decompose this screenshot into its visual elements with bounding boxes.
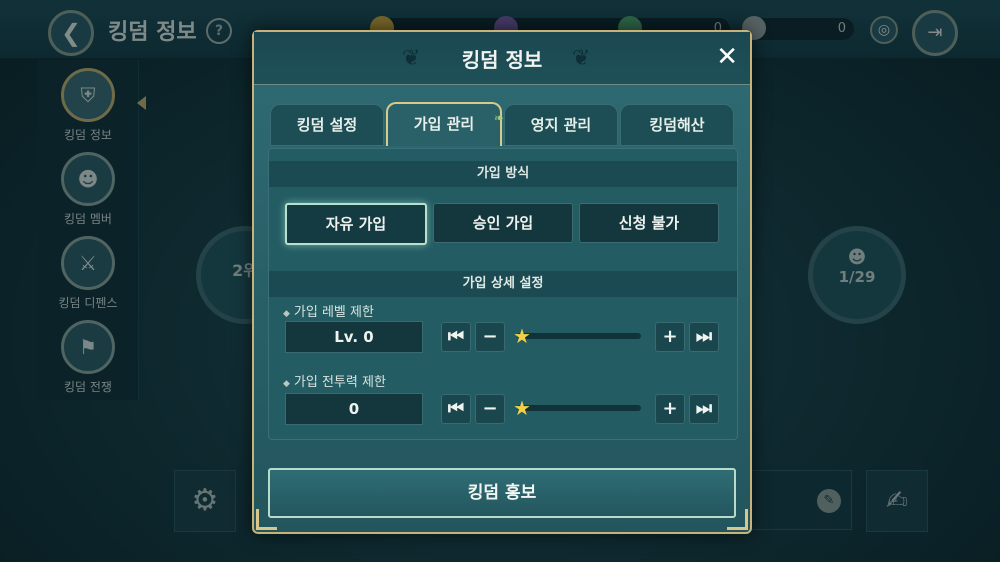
tab-join-management[interactable]: 가입 관리 ❧ bbox=[386, 102, 504, 146]
skip-start-icon: ⏮ bbox=[447, 326, 465, 347]
kingdom-info-modal: ❦ 킹덤 정보 ❦ ✕ 킹덤 설정 가입 관리 ❧ 영지 관리 킹덤해산 가입 … bbox=[252, 30, 752, 534]
level-limit-label: ◆ 가입 레벨 제한 bbox=[283, 301, 374, 320]
tab-kingdom-settings[interactable]: 킹덤 설정 bbox=[270, 104, 384, 146]
level-min-button[interactable]: ⏮ bbox=[441, 322, 471, 352]
approval-join-button[interactable]: 승인 가입 bbox=[433, 203, 573, 243]
level-slider-star-handle[interactable]: ★ bbox=[513, 326, 531, 346]
leaf-icon: ❧ bbox=[494, 111, 505, 125]
minus-icon: − bbox=[482, 326, 498, 347]
power-slider[interactable] bbox=[517, 405, 641, 411]
power-limit-label-text: 가입 전투력 제한 bbox=[293, 375, 386, 390]
tab-kingdom-disband[interactable]: 킹덤해산 bbox=[620, 104, 734, 146]
plus-icon: + bbox=[662, 326, 678, 347]
skip-start-icon: ⏮ bbox=[447, 398, 465, 419]
free-join-button[interactable]: 자유 가입 bbox=[285, 203, 427, 245]
power-slider-star-handle[interactable]: ★ bbox=[513, 398, 531, 418]
tab-bar: 킹덤 설정 가입 관리 ❧ 영지 관리 킹덤해산 bbox=[270, 102, 734, 146]
power-decrease-button[interactable]: − bbox=[475, 394, 505, 424]
tab-label: 가입 관리 bbox=[413, 115, 475, 133]
level-max-button[interactable]: ⏭ bbox=[689, 322, 719, 352]
level-limit-label-text: 가입 레벨 제한 bbox=[293, 305, 374, 320]
join-settings-panel: 가입 방식 자유 가입 승인 가입 신청 불가 가입 상세 설정 ◆ 가입 레벨 … bbox=[268, 148, 738, 440]
close-button[interactable]: ✕ bbox=[716, 42, 738, 72]
join-method-header: 가입 방식 bbox=[269, 161, 737, 187]
modal-header: ❦ 킹덤 정보 ❦ ✕ bbox=[254, 32, 750, 85]
leaf-ornament-icon: ❦ bbox=[572, 46, 591, 71]
level-increase-button[interactable]: + bbox=[655, 322, 685, 352]
power-limit-value: 0 bbox=[285, 393, 423, 425]
tab-territory-management[interactable]: 영지 관리 bbox=[504, 104, 618, 146]
level-slider[interactable] bbox=[517, 333, 641, 339]
level-decrease-button[interactable]: − bbox=[475, 322, 505, 352]
plus-icon: + bbox=[662, 398, 678, 419]
join-disabled-button[interactable]: 신청 불가 bbox=[579, 203, 719, 243]
modal-title: 킹덤 정보 bbox=[461, 48, 543, 72]
power-max-button[interactable]: ⏭ bbox=[689, 394, 719, 424]
power-increase-button[interactable]: + bbox=[655, 394, 685, 424]
skip-end-icon: ⏭ bbox=[695, 326, 713, 347]
diamond-bullet-icon: ◆ bbox=[283, 309, 290, 319]
skip-end-icon: ⏭ bbox=[695, 398, 713, 419]
power-limit-label: ◆ 가입 전투력 제한 bbox=[283, 371, 386, 390]
minus-icon: − bbox=[482, 398, 498, 419]
power-min-button[interactable]: ⏮ bbox=[441, 394, 471, 424]
diamond-bullet-icon: ◆ bbox=[283, 379, 290, 389]
join-detail-header: 가입 상세 설정 bbox=[269, 271, 737, 297]
level-limit-value: Lv. 0 bbox=[285, 321, 423, 353]
kingdom-promotion-button[interactable]: 킹덤 홍보 bbox=[268, 468, 736, 518]
